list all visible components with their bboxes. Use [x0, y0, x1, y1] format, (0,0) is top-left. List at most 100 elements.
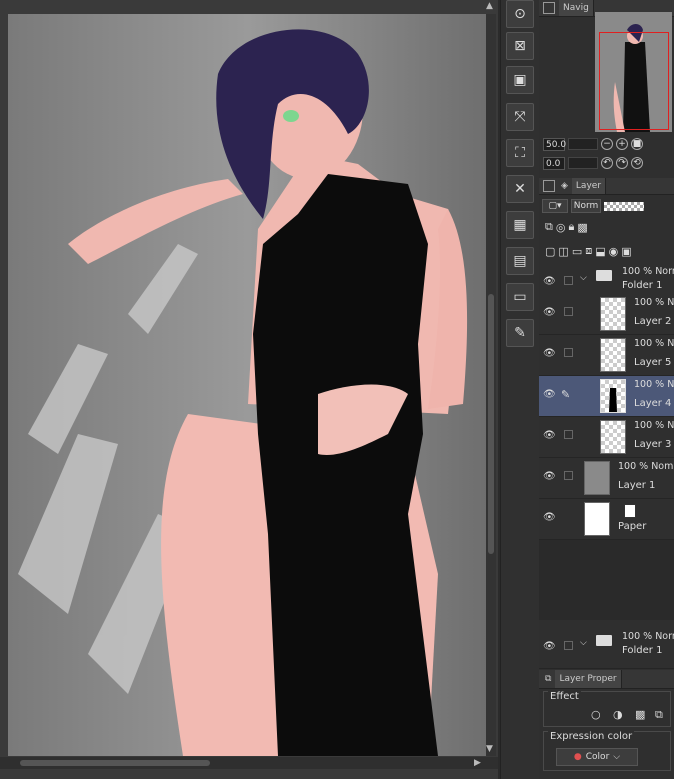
layer-name: Layer 2: [634, 316, 672, 327]
layer-thumbnail: [584, 461, 610, 495]
pattern-effect-icon[interactable]: ▩: [635, 708, 645, 721]
tab-layer-property[interactable]: Layer Proper: [555, 670, 622, 688]
rotation-field[interactable]: 0.0: [543, 156, 565, 170]
figure-icon[interactable]: ⛶: [506, 139, 534, 167]
layer-row-layer-4[interactable]: 👁︎ ✎ 100 % N Layer 4: [539, 376, 674, 417]
reference-icon[interactable]: ◎: [556, 221, 566, 234]
chevron-down-icon[interactable]: ⌵: [580, 273, 587, 283]
new-raster-layer-icon[interactable]: ▢: [545, 245, 555, 258]
save-selection-icon[interactable]: ▭: [506, 283, 534, 311]
rotate-left-icon[interactable]: ↶: [601, 157, 613, 169]
blend-row: ▢▾ Norm: [539, 198, 674, 214]
vertical-scrollbar[interactable]: [486, 14, 496, 756]
ruler-icon[interactable]: ▤: [506, 247, 534, 275]
opacity-slider[interactable]: [604, 201, 644, 211]
eye-icon[interactable]: 👁︎: [543, 348, 556, 359]
navigator-icon[interactable]: ⊙: [506, 0, 534, 28]
layer-mode: 100 % Norm: [622, 266, 674, 277]
layer-check[interactable]: [564, 307, 573, 316]
eye-icon[interactable]: 👁︎: [543, 307, 556, 318]
rotate-right-icon[interactable]: ↷: [616, 157, 628, 169]
copy-layer-icon[interactable]: ⧈: [585, 244, 592, 258]
artwork-canvas[interactable]: [8, 14, 488, 756]
layer-thumbnail: [600, 297, 626, 331]
layer-mode: 100 % N: [634, 379, 674, 390]
mask-icon[interactable]: ◉: [609, 245, 619, 258]
navigator-view-frame[interactable]: [599, 32, 669, 130]
rotation-slider[interactable]: [568, 157, 598, 169]
layer-name: Layer 4: [634, 398, 672, 409]
layer-property-icon: ⧉: [545, 674, 552, 684]
transform-icon[interactable]: ⤧: [506, 103, 534, 131]
layer-row-paper[interactable]: 👁︎ Paper: [539, 499, 674, 540]
deselect-icon[interactable]: ✕: [506, 175, 534, 203]
layer-check[interactable]: [564, 348, 573, 357]
new-folder-icon[interactable]: ▭: [572, 245, 582, 258]
border-effect-icon[interactable]: ○: [591, 708, 601, 721]
layer-row-layer-1[interactable]: 👁︎ 100 % Nom Layer 1: [539, 458, 674, 499]
color-dropdown-label: Color: [585, 752, 610, 762]
layer-mode: 100 % No: [634, 338, 674, 349]
layer-check[interactable]: [564, 471, 573, 480]
layer-check[interactable]: [564, 276, 573, 285]
zoom-slider[interactable]: [568, 138, 598, 150]
clip-icon[interactable]: ⧉: [545, 220, 553, 234]
layers-icon: ◈: [561, 181, 568, 191]
scroll-up-arrow[interactable]: ▲: [486, 1, 493, 11]
layer-4-thumbnail-art: [609, 388, 617, 412]
layer-check[interactable]: [564, 641, 573, 650]
layer-row-folder-1-bottom[interactable]: 👁︎ ⌵ 100 % Norm Folder 1: [539, 628, 674, 669]
new-vector-layer-icon[interactable]: ◫: [558, 245, 568, 258]
clear-icon[interactable]: ⊠: [506, 32, 534, 60]
vertical-scroll-thumb[interactable]: [488, 294, 494, 554]
layer-name: Paper: [618, 521, 647, 532]
layer-header: ◈ Layer: [539, 178, 674, 195]
lock-transparent-icon[interactable]: ▩: [577, 221, 587, 234]
grid-icon[interactable]: ▦: [506, 211, 534, 239]
eye-icon[interactable]: 👁︎: [543, 641, 556, 652]
edit-icon[interactable]: ✎: [506, 319, 534, 347]
chevron-down-icon[interactable]: ⌵: [580, 638, 587, 648]
reset-rotation-icon[interactable]: ⟲: [631, 157, 643, 169]
layer-name: Folder 1: [622, 645, 663, 656]
delete-layer-icon[interactable]: ▣: [621, 245, 631, 258]
right-panel: Navig 50.0 − + ■ 0.0 ↶ ↷ ⟲ ◈ Layer ▢▾ No…: [539, 0, 674, 779]
fit-icon[interactable]: ■: [631, 138, 643, 150]
tab-navigator[interactable]: Navig: [559, 0, 594, 16]
layer-check[interactable]: [564, 430, 573, 439]
canvas-area[interactable]: ▲ ▼ ▶: [0, 0, 498, 779]
eye-icon[interactable]: 👁︎: [543, 430, 556, 441]
eye-icon[interactable]: 👁︎: [543, 389, 556, 400]
expression-color-group: Expression color ● Color ⌵: [543, 731, 671, 771]
expression-color-label: Expression color: [548, 731, 635, 742]
layer-row-layer-3[interactable]: 👁︎ 100 % N Layer 3: [539, 417, 674, 458]
color-dropdown[interactable]: ● Color ⌵: [556, 748, 638, 766]
layer-row-layer-5[interactable]: 👁︎ 100 % No Layer 5: [539, 335, 674, 376]
zoom-field[interactable]: 50.0: [543, 137, 566, 151]
tone-effect-icon[interactable]: ◑: [613, 708, 623, 721]
horizontal-scrollbar[interactable]: ▶: [0, 757, 498, 769]
scroll-right-arrow[interactable]: ▶: [474, 758, 481, 768]
blend-mode-select[interactable]: Norm: [571, 199, 601, 213]
fill-icon[interactable]: ▣: [506, 66, 534, 94]
scroll-down-arrow[interactable]: ▼: [486, 744, 493, 754]
layer-mode: 100 % Norm: [622, 631, 674, 642]
eye-icon[interactable]: 👁︎: [543, 512, 556, 523]
tab-layer[interactable]: Layer: [571, 178, 607, 194]
zoom-out-icon[interactable]: −: [601, 138, 613, 150]
eye-icon[interactable]: 👁︎: [543, 276, 556, 287]
horizontal-scroll-thumb[interactable]: [20, 760, 210, 766]
layer-color-button[interactable]: ▢▾: [542, 199, 568, 213]
layer-name: Folder 1: [622, 280, 663, 291]
texture-effect-icon[interactable]: ⧉: [655, 708, 663, 722]
merge-layer-icon[interactable]: ⬓: [595, 245, 605, 258]
zoom-in-icon[interactable]: +: [616, 138, 628, 150]
panel-menu-icon[interactable]: [543, 2, 555, 14]
layer-thumbnail: [600, 420, 626, 454]
lock-icon[interactable]: 🔒︎: [568, 220, 574, 234]
layer-row-layer-2[interactable]: 👁︎ 100 % No Layer 2: [539, 294, 674, 335]
pencil-icon: ✎: [561, 388, 571, 401]
layer-lock-row: ⧉ ◎ 🔒︎ ▩: [539, 219, 674, 235]
panel-menu-icon[interactable]: [543, 180, 555, 192]
eye-icon[interactable]: 👁︎: [543, 471, 556, 482]
